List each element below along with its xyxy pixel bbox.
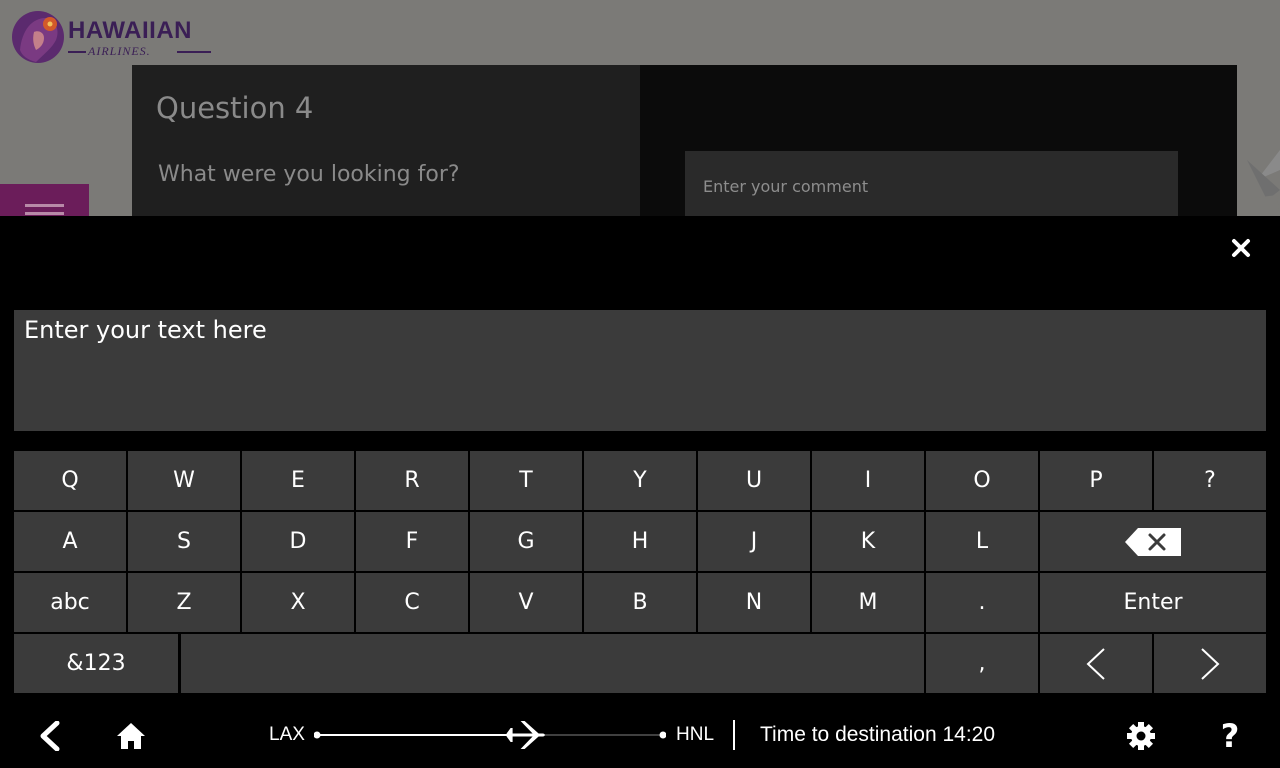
comment-panel: [640, 65, 1237, 216]
key-abc[interactable]: abc: [14, 573, 126, 632]
key-p[interactable]: P: [1040, 451, 1152, 510]
menu-button[interactable]: [0, 184, 89, 216]
key-r[interactable]: R: [356, 451, 468, 510]
logo-rule: [68, 51, 86, 53]
key-w[interactable]: W: [128, 451, 240, 510]
menu-icon-bar: [25, 212, 64, 215]
cursor-left-key[interactable]: [1040, 634, 1152, 693]
cursor-right-key[interactable]: [1154, 634, 1266, 693]
key-c[interactable]: C: [356, 573, 468, 632]
home-button[interactable]: [113, 718, 149, 754]
pualani-logo-icon: [12, 11, 64, 63]
arrow-right-icon: [1201, 647, 1220, 680]
close-button[interactable]: [1226, 233, 1256, 263]
question-title: Question 4: [156, 91, 314, 125]
brand-sub: AIRLINES.: [88, 44, 151, 58]
key-o[interactable]: O: [926, 451, 1038, 510]
key-f[interactable]: F: [356, 512, 468, 571]
divider: [733, 720, 735, 750]
enter-key[interactable]: Enter: [1040, 573, 1266, 632]
logo-rule: [177, 51, 211, 53]
brand-name: HAWAIIAN: [68, 17, 192, 44]
space-key[interactable]: [181, 634, 924, 693]
key-a[interactable]: A: [14, 512, 126, 571]
key-n[interactable]: N: [698, 573, 810, 632]
settings-button[interactable]: [1122, 717, 1160, 755]
help-icon: ?: [1220, 717, 1240, 755]
arrow-left-icon: [1086, 647, 1105, 680]
origin-airport: LAX: [269, 724, 305, 745]
bottom-bar: LAX HNL Time to destination 14:20 ?: [0, 698, 1280, 768]
key-k[interactable]: K: [812, 512, 924, 571]
close-icon: [1232, 239, 1250, 257]
key-m[interactable]: M: [812, 573, 924, 632]
background-page: HAWAIIAN AIRLINES. Question 4 What were …: [0, 0, 1280, 216]
flight-progress: [314, 721, 666, 749]
keyboard-overlay: Q W E R T Y U I O P ? A S D F G H J K L …: [0, 216, 1280, 698]
comment-input[interactable]: [685, 151, 1178, 216]
key-b[interactable]: B: [584, 573, 696, 632]
time-to-destination: Time to destination 14:20: [760, 723, 996, 746]
key-period[interactable]: .: [926, 573, 1038, 632]
key-e[interactable]: E: [242, 451, 354, 510]
key-y[interactable]: Y: [584, 451, 696, 510]
key-l[interactable]: L: [926, 512, 1038, 571]
backspace-icon: [1125, 527, 1181, 556]
key-question-mark[interactable]: ?: [1154, 451, 1266, 510]
keyboard-text-input[interactable]: [14, 310, 1266, 431]
home-icon: [117, 723, 145, 749]
key-t[interactable]: T: [470, 451, 582, 510]
key-comma[interactable]: ,: [926, 634, 1038, 693]
key-g[interactable]: G: [470, 512, 582, 571]
key-i[interactable]: I: [812, 451, 924, 510]
airplane-icon: [506, 721, 545, 749]
help-button[interactable]: ?: [1212, 717, 1248, 755]
key-u[interactable]: U: [698, 451, 810, 510]
key-x[interactable]: X: [242, 573, 354, 632]
key-v[interactable]: V: [470, 573, 582, 632]
hawaiian-airlines-logo: HAWAIIAN AIRLINES.: [10, 10, 211, 66]
menu-icon: [25, 204, 64, 207]
question-text: What were you looking for?: [158, 162, 460, 187]
key-d[interactable]: D: [242, 512, 354, 571]
key-z[interactable]: Z: [128, 573, 240, 632]
key-j[interactable]: J: [698, 512, 810, 571]
key-h[interactable]: H: [584, 512, 696, 571]
backspace-key[interactable]: [1040, 512, 1266, 571]
gear-icon: [1127, 722, 1155, 750]
destination-airport: HNL: [676, 724, 715, 745]
key-s[interactable]: S: [128, 512, 240, 571]
key-symbols[interactable]: &123: [14, 634, 178, 693]
question-panel: Question 4 What were you looking for?: [132, 65, 640, 216]
back-icon: [40, 721, 60, 751]
palm-decoration-icon: [1237, 150, 1280, 216]
back-button[interactable]: [34, 720, 66, 752]
key-q[interactable]: Q: [14, 451, 126, 510]
